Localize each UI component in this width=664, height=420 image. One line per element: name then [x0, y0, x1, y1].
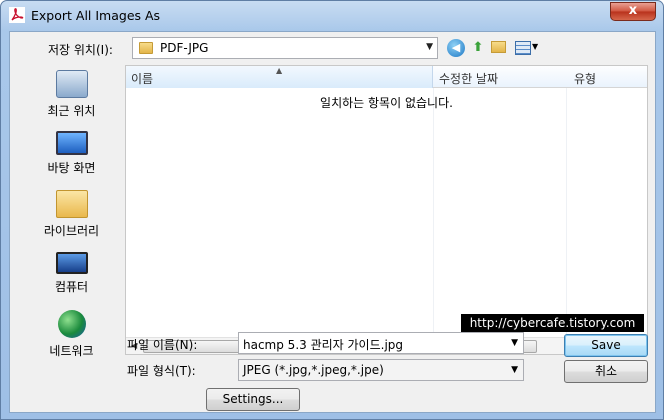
- filetype-label: 파일 형식(T):: [127, 364, 196, 378]
- place-label: 라이브러리: [43, 224, 100, 238]
- filename-label: 파일 이름(N):: [127, 338, 198, 352]
- empty-message: 일치하는 항목이 없습니다.: [320, 96, 453, 110]
- place-library[interactable]: 라이브러리: [18, 190, 125, 239]
- place-label: 바탕 화면: [47, 161, 96, 175]
- place-recent[interactable]: 최근 위치: [18, 70, 125, 119]
- column-header-date[interactable]: 수정한 날짜: [439, 70, 498, 87]
- folder-icon: [139, 42, 153, 54]
- filetype-value: JPEG (*.jpg,*.jpeg,*.jpe): [243, 363, 384, 377]
- column-header-name[interactable]: ▲ 이름: [126, 66, 433, 88]
- view-menu-icon[interactable]: [515, 41, 531, 55]
- chevron-down-icon: ▼: [426, 42, 433, 52]
- place-label: 네트워크: [49, 344, 94, 358]
- close-button[interactable]: x: [610, 2, 656, 21]
- back-icon[interactable]: ◀: [447, 39, 465, 57]
- place-computer[interactable]: 컴퓨터: [18, 252, 125, 295]
- dialog-window: Export All Images As x 저장 위치(I): PDF-JPG…: [0, 0, 664, 420]
- place-desktop[interactable]: 바탕 화면: [18, 131, 125, 176]
- column-headers: ▲ 이름 수정한 날짜 유형: [126, 66, 647, 88]
- column-divider: [433, 88, 434, 336]
- lookin-value: PDF-JPG: [160, 41, 209, 55]
- places-bar: 최근 위치 바탕 화면 라이브러리 컴퓨터 네트워크: [18, 65, 125, 358]
- chevron-down-icon[interactable]: ▼: [511, 365, 518, 375]
- column-header-type[interactable]: 유형: [574, 70, 596, 87]
- cancel-button[interactable]: 취소: [564, 360, 648, 383]
- settings-button[interactable]: Settings...: [206, 388, 300, 411]
- title-bar[interactable]: Export All Images As x: [1, 1, 663, 31]
- network-icon: [57, 310, 86, 338]
- library-icon: [55, 190, 88, 218]
- place-label: 컴퓨터: [54, 280, 89, 294]
- dialog-client-area: 저장 위치(I): PDF-JPG ▼ ◀ ⬆ ▼ 최근 위치 바탕 화면 라이…: [9, 31, 656, 413]
- watermark-text: http://cybercafe.tistory.com: [461, 314, 644, 332]
- place-label: 최근 위치: [47, 104, 96, 118]
- file-list[interactable]: ▲ 이름 수정한 날짜 유형 일치하는 항목이 없습니다. http://cyb…: [125, 65, 648, 355]
- sort-ascending-icon: ▲: [276, 66, 283, 75]
- recent-places-icon: [55, 70, 88, 98]
- window-title: Export All Images As: [31, 8, 161, 23]
- place-network[interactable]: 네트워크: [18, 310, 125, 359]
- lookin-label: 저장 위치(I):: [48, 43, 113, 57]
- acrobat-icon: [9, 7, 25, 23]
- new-folder-icon[interactable]: [491, 41, 506, 53]
- column-header-name-label: 이름: [131, 72, 154, 86]
- column-divider: [566, 88, 567, 336]
- filename-input[interactable]: hacmp 5.3 관리자 가이드.jpg ▼: [238, 332, 524, 354]
- up-folder-icon[interactable]: ⬆: [469, 39, 487, 57]
- computer-icon: [55, 252, 88, 274]
- filename-value: hacmp 5.3 관리자 가이드.jpg: [243, 338, 404, 352]
- desktop-icon: [55, 131, 88, 155]
- save-button[interactable]: Save: [564, 334, 648, 357]
- view-menu-arrow-icon[interactable]: ▼: [532, 42, 538, 51]
- filetype-select[interactable]: JPEG (*.jpg,*.jpeg,*.jpe) ▼: [238, 359, 524, 381]
- lookin-dropdown[interactable]: PDF-JPG ▼: [132, 37, 438, 59]
- chevron-down-icon[interactable]: ▼: [511, 338, 518, 348]
